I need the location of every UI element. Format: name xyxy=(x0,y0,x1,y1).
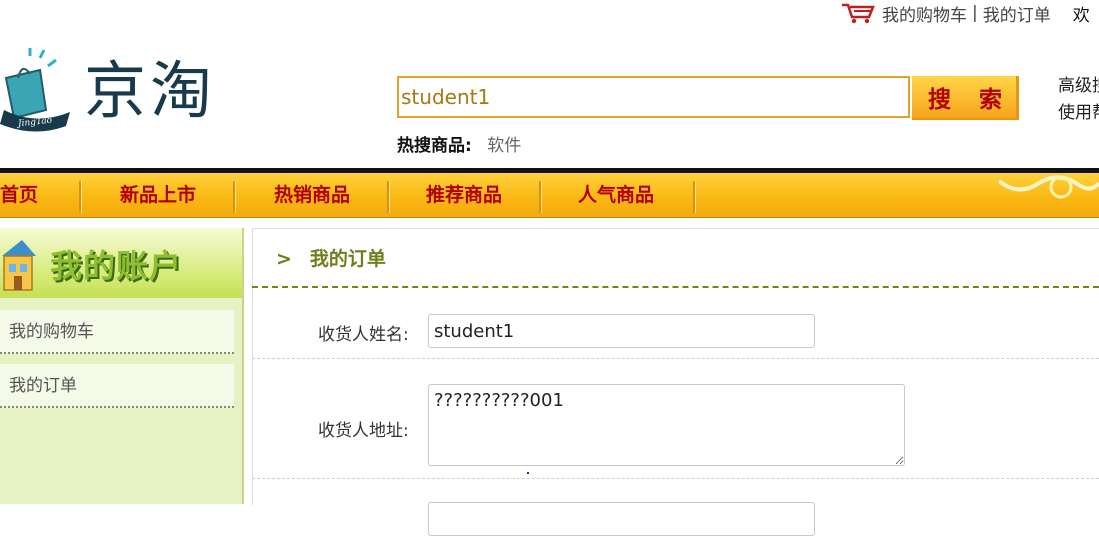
site-logo[interactable]: JingTao 京淘 xyxy=(0,48,240,134)
hot-search-item[interactable]: 软件 xyxy=(487,136,521,156)
advanced-search-link[interactable]: 高级搜 xyxy=(1058,76,1099,96)
shopping-bag-logo-icon: JingTao xyxy=(0,48,70,132)
house-icon xyxy=(2,240,36,291)
next-field-input[interactable] xyxy=(428,502,815,536)
receiver-address-label: 收货人地址: xyxy=(318,421,409,441)
nav-item-hot[interactable]: 热销商品 xyxy=(274,173,350,217)
sidebar-header: 我的账户 xyxy=(0,228,242,298)
receiver-address-input[interactable]: ??????????001 xyxy=(428,384,905,466)
nav-decoration xyxy=(999,175,1099,199)
sidebar: 我的账户 我的购物车 我的订单 xyxy=(0,228,244,504)
nav-item-new[interactable]: 新品上市 xyxy=(120,173,196,217)
search-button[interactable]: 搜 索 xyxy=(912,76,1019,120)
receiver-name-label: 收货人姓名: xyxy=(318,325,409,345)
nav-divider xyxy=(79,181,82,213)
hot-search: 热搜商品: 软件 xyxy=(397,131,521,156)
nav-divider xyxy=(233,181,236,213)
welcome-text: 欢 xyxy=(1072,5,1090,26)
shopping-cart-icon[interactable] xyxy=(840,2,876,24)
nav-item-recommended[interactable]: 推荐商品 xyxy=(426,173,502,217)
page-title: 我的订单 xyxy=(309,248,386,270)
row-divider xyxy=(252,358,1099,359)
breadcrumb-arrow: > xyxy=(276,248,292,270)
topbar-separator: | xyxy=(972,3,978,23)
nav-divider xyxy=(539,181,542,213)
main-nav: 首页 新品上市 热销商品 推荐商品 人气商品 xyxy=(0,173,1099,218)
title-divider xyxy=(252,286,1099,288)
search-input[interactable] xyxy=(397,76,910,118)
nav-divider xyxy=(693,181,696,213)
row-divider xyxy=(252,478,1099,479)
search-side-links: 高级搜 使用帮 xyxy=(1058,73,1099,127)
nav-divider xyxy=(387,181,390,213)
sidebar-title: 我的账户 xyxy=(50,247,183,285)
nav-item-popular[interactable]: 人气商品 xyxy=(578,173,654,217)
sidebar-item-cart[interactable]: 我的购物车 xyxy=(0,310,234,354)
logo-text: 京淘 xyxy=(84,54,217,127)
sidebar-item-orders[interactable]: 我的订单 xyxy=(0,364,234,408)
cursor-dot xyxy=(527,472,529,474)
my-orders-link[interactable]: 我的订单 xyxy=(983,1,1051,26)
help-link[interactable]: 使用帮 xyxy=(1058,103,1099,123)
nav-item-home[interactable]: 首页 xyxy=(0,173,38,217)
top-bar: 我的购物车 | 我的订单 欢 xyxy=(840,0,1090,26)
receiver-name-input[interactable] xyxy=(428,314,815,348)
hot-search-label: 热搜商品: xyxy=(397,136,472,156)
breadcrumb: > 我的订单 xyxy=(276,244,386,271)
my-cart-link[interactable]: 我的购物车 xyxy=(882,1,967,26)
